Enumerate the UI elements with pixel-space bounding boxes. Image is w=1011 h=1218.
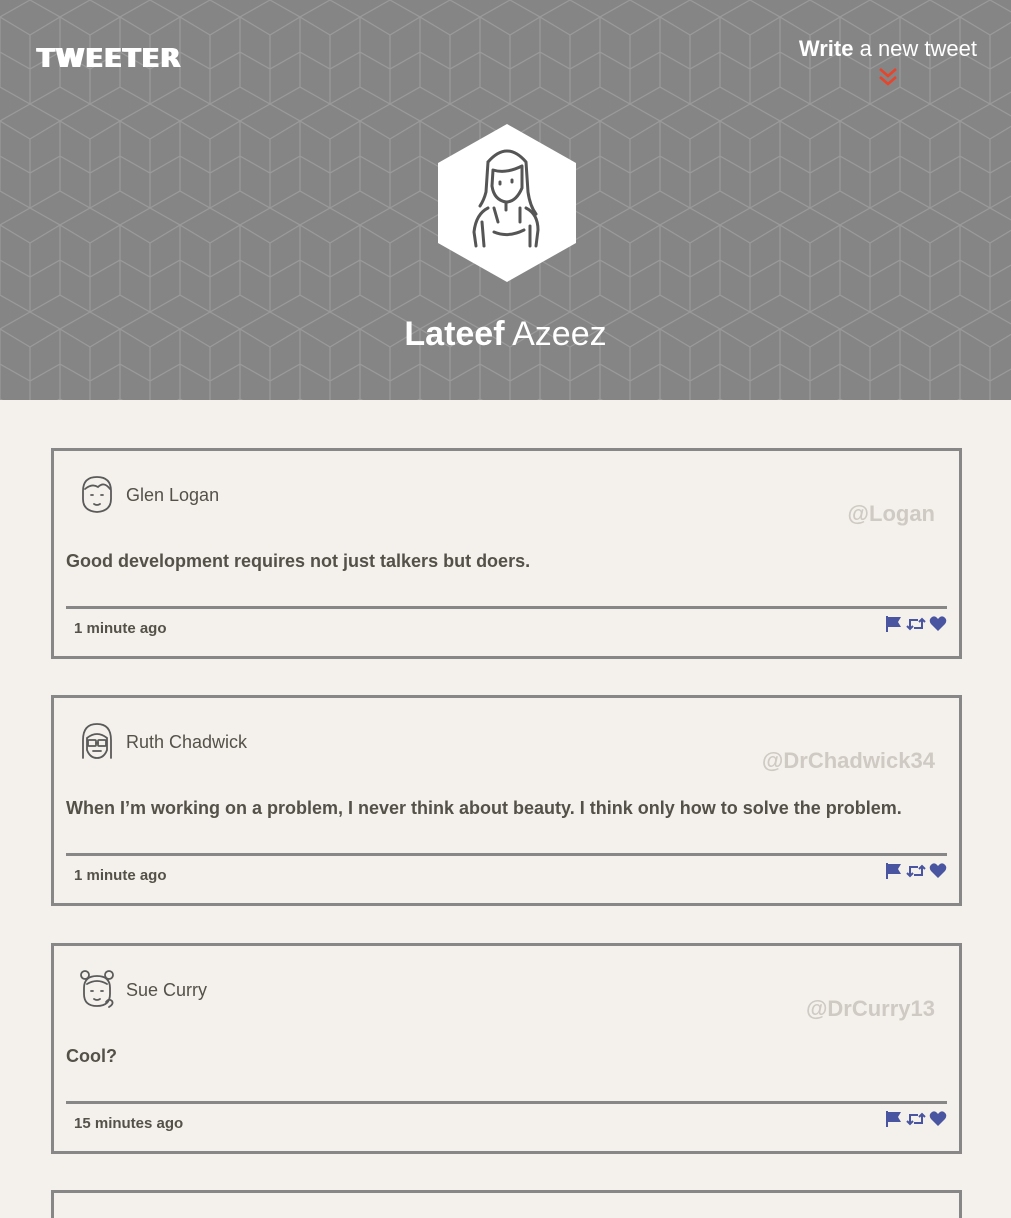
tweet-card: Glen Logan @Logan Good development requi… [51, 448, 962, 659]
flag-icon[interactable] [885, 862, 903, 885]
tweet-text: Cool? [66, 1046, 117, 1066]
heart-icon[interactable] [929, 862, 947, 885]
tweet-author-name[interactable]: Glen Logan [126, 485, 219, 506]
tweet-timestamp: 1 minute ago [74, 867, 167, 884]
tweet-author-name[interactable]: Ruth Chadwick [126, 732, 247, 753]
tweet-card-partial [51, 1190, 962, 1218]
profile-header: TWEETER Write a new tweet Lateef Azeez [0, 0, 1011, 400]
tweet-actions [885, 1110, 947, 1132]
retweet-icon[interactable] [906, 1110, 926, 1133]
profile-name: Lateef Azeez [0, 315, 1011, 354]
tweet-author-handle: @DrCurry13 [805, 996, 935, 1021]
write-tweet-toggle[interactable]: Write a new tweet [799, 36, 977, 94]
flag-icon[interactable] [885, 615, 903, 638]
tweet-avatar [78, 968, 116, 1010]
tweet-card: Ruth Chadwick @DrChadwick34 When I’m wor… [51, 695, 962, 906]
tweet-actions [885, 615, 947, 637]
tweet-divider [66, 853, 947, 856]
flag-icon[interactable] [885, 1110, 903, 1133]
profile-avatar [436, 122, 578, 284]
heart-icon[interactable] [929, 615, 947, 638]
tweet-author-name[interactable]: Sue Curry [126, 980, 207, 1001]
tweet-text: Good development requires not just talke… [66, 551, 531, 571]
male-avatar-icon [82, 476, 112, 513]
heart-icon[interactable] [929, 1110, 947, 1133]
tweet-divider [66, 606, 947, 609]
app-logo[interactable]: TWEETER [37, 44, 181, 74]
compose-label-rest: a new tweet [853, 36, 977, 61]
profile-last-name: Azeez [504, 315, 607, 353]
tweet-avatar [78, 720, 116, 762]
double-chevron-down-icon[interactable] [799, 66, 977, 94]
tweet-text: When I’m working on a problem, I never t… [66, 798, 902, 818]
bun-hair-avatar-icon [80, 970, 114, 1008]
retweet-icon[interactable] [906, 862, 926, 885]
tweet-timestamp: 15 minutes ago [74, 1115, 184, 1132]
glasses-avatar-icon [82, 723, 112, 759]
tweet-avatar [78, 473, 116, 515]
profile-first-name: Lateef [404, 315, 505, 353]
tweet-actions [885, 862, 947, 884]
compose-label-bold: Write [798, 36, 854, 61]
tweet-timestamp: 1 minute ago [74, 620, 167, 637]
tweet-author-handle: @Logan [847, 501, 935, 526]
tweet-author-handle: @DrChadwick34 [761, 748, 935, 773]
tweet-divider [66, 1101, 947, 1104]
female-avatar-icon [438, 124, 576, 282]
tweet-card: Sue Curry @DrCurry13 Cool? 15 minutes ag… [51, 943, 962, 1154]
retweet-icon[interactable] [906, 615, 926, 638]
